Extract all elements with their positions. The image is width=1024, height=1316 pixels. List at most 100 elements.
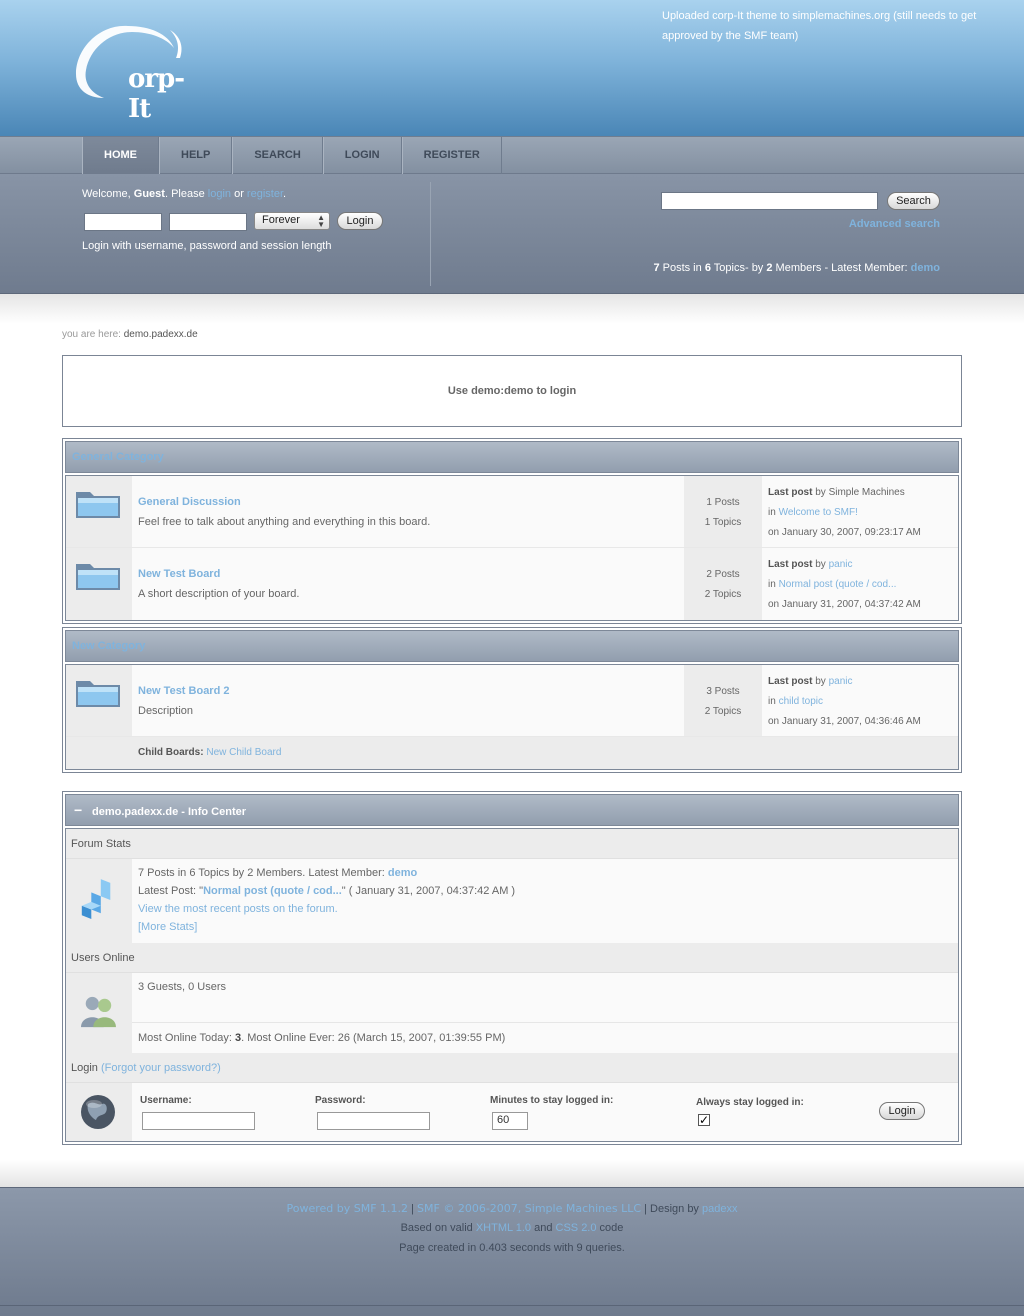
code-text: code xyxy=(596,1222,624,1234)
last-post-date: on January 30, 2007, 09:23:17 AM xyxy=(768,527,921,538)
footer-line-1: Powered by SMF 1.1.2 | SMF © 2006-2007, … xyxy=(0,1202,1024,1215)
board-name-link[interactable]: New Test Board 2 xyxy=(138,685,230,697)
board-icon-cell xyxy=(66,476,132,547)
login-row: Username: Password: Minutes to stay logg… xyxy=(66,1083,958,1141)
user-panel: Welcome, Guest. Please login or register… xyxy=(0,174,1024,294)
designer-link[interactable]: padexx xyxy=(702,1203,737,1215)
board-row: New Test Board A short description of yo… xyxy=(66,548,958,620)
smf-copyright-link[interactable]: SMF © 2006-2007, Simple Machines LLC xyxy=(417,1202,641,1215)
board-name-link[interactable]: General Discussion xyxy=(138,496,241,508)
board-description: A short description of your board. xyxy=(138,588,300,600)
board-topics: 2 Topics xyxy=(704,589,742,600)
latest-post-link[interactable]: Normal post (quote / cod... xyxy=(203,885,342,897)
breadcrumb-prefix: you are here: xyxy=(62,329,124,340)
last-post-by: by xyxy=(812,559,829,570)
last-post-topic-link[interactable]: Normal post (quote / cod... xyxy=(779,579,897,590)
password-input[interactable] xyxy=(169,213,247,231)
board-name-link[interactable]: New Test Board xyxy=(138,568,220,580)
stats-summary: 7 Posts in 6 Topics by 2 Members. Latest… xyxy=(138,864,952,882)
menu-register[interactable]: REGISTER xyxy=(401,137,502,174)
users-online-content: 3 Guests, 0 Users Most Online Today: 3. … xyxy=(132,973,958,1053)
design-by-text: | Design by xyxy=(641,1203,702,1215)
board-info: General Discussion Feel free to talk abo… xyxy=(132,476,684,547)
more-stats-link[interactable]: [More Stats] xyxy=(138,921,197,933)
last-post-author-link[interactable]: panic xyxy=(829,559,853,570)
last-post-date: on January 31, 2007, 04:37:42 AM xyxy=(768,599,921,610)
last-post-label: Last post xyxy=(768,487,813,498)
board-description: Description xyxy=(138,705,194,717)
powered-by-link[interactable]: Powered by SMF 1.1.2 xyxy=(287,1202,409,1215)
last-post-line: Last post by panic xyxy=(768,676,852,687)
menu-login[interactable]: LOGIN xyxy=(322,137,402,174)
search-button[interactable]: Search xyxy=(887,192,940,210)
last-post-topic-link[interactable]: Welcome to SMF! xyxy=(779,507,858,518)
recent-posts-link[interactable]: View the most recent posts on the forum. xyxy=(138,903,338,915)
category-title[interactable]: New Category xyxy=(65,630,959,662)
site-footer: Powered by SMF 1.1.2 | SMF © 2006-2007, … xyxy=(0,1187,1024,1316)
session-length-select[interactable]: Forever ▲ ▼ xyxy=(254,212,330,230)
menu-home[interactable]: HOME xyxy=(82,137,159,174)
latest-post-line: Latest Post: "Normal post (quote / cod..… xyxy=(138,882,952,900)
board-list: General Discussion Feel free to talk abo… xyxy=(65,475,959,621)
and-text: and xyxy=(531,1222,556,1234)
username-label: Username: xyxy=(140,1095,192,1106)
login-link[interactable]: login xyxy=(208,188,231,200)
stat-posts-label: Posts in xyxy=(659,262,705,274)
folder-icon[interactable] xyxy=(74,675,122,709)
ic-login-button[interactable]: Login xyxy=(879,1102,925,1120)
users-online-title: Users Online xyxy=(66,943,958,973)
news-ticker: Uploaded corp-It theme to simplemachines… xyxy=(662,10,977,42)
board-posts: 2 Posts xyxy=(706,569,740,580)
username-input[interactable] xyxy=(84,213,162,231)
child-board-link[interactable]: New Child Board xyxy=(206,747,281,758)
most-online-line: Most Online Today: 3. Most Online Ever: … xyxy=(132,1023,958,1052)
child-boards-colon: : xyxy=(200,747,204,758)
board-info: New Test Board A short description of yo… xyxy=(132,548,684,620)
css-link[interactable]: CSS 2.0 xyxy=(556,1222,597,1234)
search-input[interactable] xyxy=(661,192,878,210)
users-online-count: 3 Guests, 0 Users xyxy=(132,973,958,1023)
last-post-label: Last post xyxy=(768,676,813,687)
board-stats: 3 Posts 2 Topics xyxy=(684,665,762,736)
last-post-in: in xyxy=(768,507,779,518)
xhtml-link[interactable]: XHTML 1.0 xyxy=(476,1222,531,1234)
forum-stats-text: 7 Posts in 6 Topics by 2 Members. Latest… xyxy=(132,859,958,943)
logo-text: orp-It xyxy=(128,64,185,124)
latest-member-link[interactable]: demo xyxy=(911,262,940,274)
forum-stats-row: 7 Posts in 6 Topics by 2 Members. Latest… xyxy=(66,859,958,943)
last-post-author-link[interactable]: panic xyxy=(829,676,853,687)
forgot-password-link[interactable]: (Forgot your password?) xyxy=(101,1062,221,1074)
category-general: General Category General Discussion Feel… xyxy=(62,438,962,624)
board-topics: 1 Topics xyxy=(704,517,742,528)
collapse-icon[interactable]: − xyxy=(74,795,92,825)
board-posts: 3 Posts xyxy=(706,686,740,697)
most-online-prefix: Most Online Today: xyxy=(138,1032,236,1044)
child-boards-row: Child Boards: New Child Board xyxy=(66,737,958,769)
panel-divider xyxy=(430,182,431,286)
ic-password-input[interactable] xyxy=(317,1112,430,1130)
guest-name: Guest xyxy=(133,188,165,200)
forum-stats-title: Forum Stats xyxy=(66,829,958,859)
most-online-rest: . Most Online Ever: 26 (March 15, 2007, … xyxy=(241,1032,506,1044)
or-text: or xyxy=(231,188,247,200)
folder-icon[interactable] xyxy=(74,486,122,520)
stats-latest-member-link[interactable]: demo xyxy=(388,867,417,879)
breadcrumb-current[interactable]: demo.padexx.de xyxy=(124,329,198,340)
footer-bottom-line xyxy=(0,1305,1024,1306)
category-title[interactable]: General Category xyxy=(65,441,959,473)
breadcrumb: you are here: demo.padexx.de xyxy=(62,329,198,340)
corp-it-logo[interactable]: orp-It xyxy=(70,18,200,124)
page-created-text: Page created in 0.403 seconds with 9 que… xyxy=(399,1242,625,1254)
always-logged-checkbox[interactable]: ✓ xyxy=(698,1114,710,1126)
minutes-input[interactable]: 60 xyxy=(492,1112,528,1130)
panel-login-button[interactable]: Login xyxy=(337,212,383,230)
menu-search[interactable]: SEARCH xyxy=(232,137,323,174)
folder-icon[interactable] xyxy=(74,558,122,592)
info-center-body: Forum Stats 7 Posts in 6 Topics by 2 Mem… xyxy=(65,828,959,1142)
advanced-search-link[interactable]: Advanced search xyxy=(849,218,940,230)
last-post-topic-link[interactable]: child topic xyxy=(779,696,823,707)
login-hint: Login with username, password and sessio… xyxy=(82,240,332,252)
register-link[interactable]: register xyxy=(247,188,283,200)
menu-help[interactable]: HELP xyxy=(159,137,233,174)
ic-username-input[interactable] xyxy=(142,1112,255,1130)
